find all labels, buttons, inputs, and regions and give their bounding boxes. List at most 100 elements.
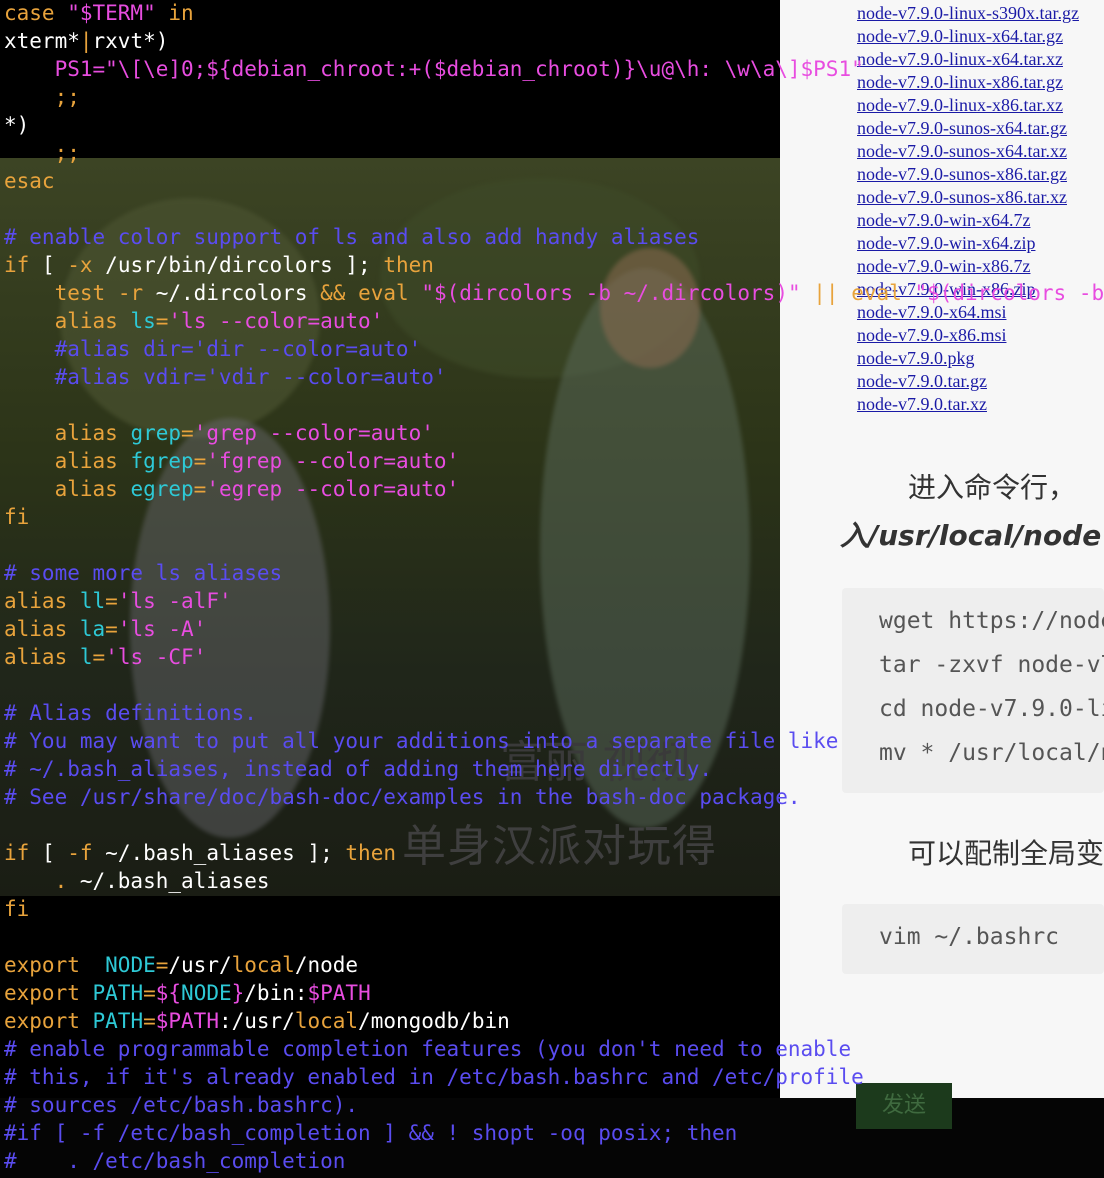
terminal-token: -r — [117, 281, 144, 305]
terminal-line: test -r ~/.dircolors && eval "$(dircolor… — [4, 279, 1104, 307]
terminal-token: 'ls --color=auto' — [168, 309, 384, 333]
terminal-line: # Alias definitions. — [4, 699, 257, 727]
terminal-token: ;; — [4, 85, 80, 109]
terminal-line: if [ -f ~/.bash_aliases ]; then — [4, 839, 396, 867]
terminal-token: $PATH — [155, 1009, 219, 1033]
terminal-line: # enable color support of ls and also ad… — [4, 223, 699, 251]
terminal-token: test — [4, 281, 106, 305]
terminal-token: then — [383, 253, 434, 277]
terminal-token: l — [79, 645, 93, 669]
terminal-token: local — [294, 1009, 359, 1033]
terminal-token: alias — [4, 617, 68, 641]
terminal-line: export NODE=/usr/local/node — [4, 951, 358, 979]
terminal-line: # sources /etc/bash.bashrc). — [4, 1091, 358, 1119]
terminal-token: #alias dir='dir --color=auto' — [4, 337, 422, 361]
terminal-token: la — [79, 617, 106, 641]
terminal-token: esac — [4, 169, 55, 193]
terminal-token: "$(dircolors -b)" — [914, 281, 1104, 305]
terminal-token: # See /usr/share/doc/bash-doc/examples i… — [4, 785, 801, 809]
terminal-line: # this, if it's already enabled in /etc/… — [4, 1063, 864, 1091]
terminal-line: esac — [4, 167, 55, 195]
terminal-line: # ~/.bash_aliases, instead of adding the… — [4, 755, 712, 783]
terminal-token: fgrep — [130, 449, 194, 473]
terminal-token: alias — [4, 421, 118, 445]
terminal-line: ;; — [4, 139, 80, 167]
terminal-token: in — [155, 1, 194, 25]
terminal-token: [ — [29, 253, 68, 277]
terminal-token: = — [105, 589, 118, 613]
terminal-token: case — [4, 1, 68, 25]
terminal-line: alias fgrep='fgrep --color=auto' — [4, 447, 460, 475]
terminal-line: # . /etc/bash_completion — [4, 1147, 345, 1175]
terminal-line: #alias vdir='vdir --color=auto' — [4, 363, 447, 391]
terminal-token: ~/.dircolors — [143, 281, 321, 305]
terminal-token: } — [231, 981, 245, 1005]
terminal-token: 'egrep --color=auto' — [206, 477, 460, 501]
terminal-token: = — [143, 981, 156, 1005]
terminal-token: "$(dircolors -b ~/.dircolors)" — [421, 281, 801, 305]
terminal-token: xterm* — [4, 29, 80, 53]
terminal-token: :/usr/ — [218, 1009, 295, 1033]
terminal-line: #if [ -f /etc/bash_completion ] && ! sho… — [4, 1119, 737, 1147]
terminal-token: 'ls -alF' — [117, 589, 232, 613]
terminal-token: # enable color support of ls and also ad… — [4, 225, 700, 249]
terminal-editor[interactable]: case "$TERM" in xterm*|rxvt*) PS1="\[\e]0… — [0, 0, 1104, 1178]
terminal-token: alias — [4, 449, 118, 473]
terminal-token: ${ — [155, 981, 182, 1005]
terminal-line: *) — [4, 111, 29, 139]
terminal-line: alias grep='grep --color=auto' — [4, 419, 434, 447]
terminal-token: alias — [4, 589, 68, 613]
terminal-line: export PATH=$PATH:/usr/local/mongodb/bin — [4, 1007, 510, 1035]
terminal-line: if [ -x /usr/bin/dircolors ]; then — [4, 251, 434, 279]
terminal-token: ls — [130, 309, 156, 333]
terminal-token: /mongodb/bin — [358, 1009, 510, 1033]
terminal-token: #if [ -f /etc/bash_completion ] && ! sho… — [4, 1121, 738, 1145]
terminal-line: . ~/.bash_aliases — [4, 867, 270, 895]
terminal-token: #alias vdir='vdir --color=auto' — [4, 365, 447, 389]
terminal-token: $PATH — [307, 981, 371, 1005]
terminal-line: # enable programmable completion feature… — [4, 1035, 851, 1063]
terminal-token: 'ls -CF' — [105, 645, 207, 669]
terminal-token: | — [79, 29, 93, 53]
terminal-token: export — [4, 953, 80, 977]
terminal-token: NODE — [181, 981, 232, 1005]
terminal-line: # See /usr/share/doc/bash-doc/examples i… — [4, 783, 801, 811]
terminal-line: fi — [4, 895, 29, 923]
terminal-line: PS1="\[\e]0;${debian_chroot:+($debian_ch… — [4, 55, 864, 83]
terminal-token: "$TERM" — [67, 1, 156, 25]
terminal-token: 'grep --color=auto' — [193, 421, 434, 445]
terminal-token: local — [231, 953, 295, 977]
terminal-token: PS1="\[\e]0;${debian_chroot:+($debian_ch… — [54, 57, 864, 81]
terminal-token: || — [813, 281, 839, 305]
terminal-token: ~/.bash_aliases — [67, 869, 270, 893]
terminal-token: grep — [130, 421, 182, 445]
terminal-token: ;; — [4, 141, 80, 165]
terminal-token: if — [4, 253, 30, 277]
terminal-token: fi — [4, 897, 30, 921]
terminal-token: rxvt*) — [92, 29, 169, 53]
terminal-line: ;; — [4, 83, 80, 111]
terminal-token: -x — [67, 253, 93, 277]
terminal-token: 'fgrep --color=auto' — [206, 449, 460, 473]
terminal-line: #alias dir='dir --color=auto' — [4, 335, 422, 363]
terminal-line: alias egrep='egrep --color=auto' — [4, 475, 460, 503]
terminal-token: NODE — [105, 953, 156, 977]
terminal-token: fi — [4, 505, 30, 529]
terminal-token: && — [320, 281, 346, 305]
terminal-token: export — [4, 1009, 80, 1033]
terminal-token: ll — [79, 589, 106, 613]
terminal-token: # You may want to put all your additions… — [4, 729, 839, 753]
terminal-token: ~/.bash_aliases ]; — [92, 841, 346, 865]
terminal-token: = — [105, 617, 118, 641]
terminal-token: PATH — [92, 1009, 144, 1033]
terminal-token: [ — [29, 841, 68, 865]
terminal-token: /usr/bin/dircolors ]; — [92, 253, 384, 277]
terminal-token: -f — [67, 841, 93, 865]
